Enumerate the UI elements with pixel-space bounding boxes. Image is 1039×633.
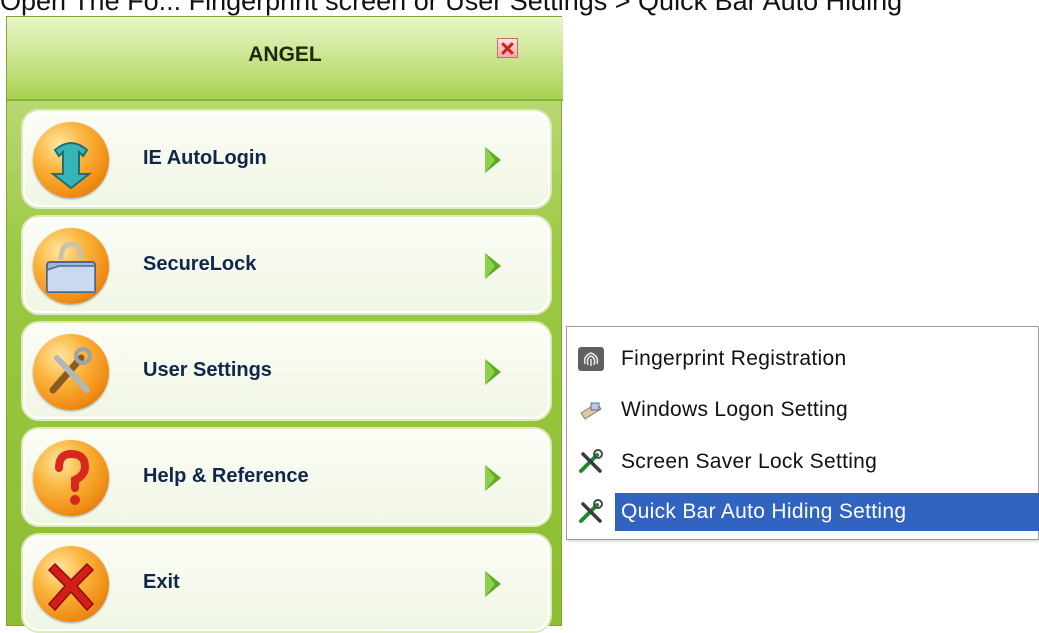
menu-item-user-settings[interactable]: User Settings <box>21 321 552 421</box>
chevron-right-icon <box>485 465 501 491</box>
tools-icon <box>579 449 603 473</box>
chevron-right-icon <box>485 253 501 279</box>
tools-icon <box>579 499 603 523</box>
folder-lock-icon <box>33 228 109 304</box>
menu-item-exit[interactable]: Exit <box>21 533 552 633</box>
menu-item-securelock[interactable]: SecureLock <box>21 215 552 315</box>
title-bar: ANGEL <box>7 17 563 101</box>
download-arrow-icon <box>33 122 109 198</box>
window-title: ANGEL <box>248 43 322 66</box>
submenu-item-windows-logon-setting[interactable]: Windows Logon Setting <box>571 391 1037 429</box>
submenu-item-screen-saver-lock-setting[interactable]: Screen Saver Lock Setting <box>571 443 1037 481</box>
close-icon[interactable] <box>497 38 518 58</box>
fingerprint-icon <box>578 347 604 371</box>
submenu-item-label: Windows Logon Setting <box>621 398 848 421</box>
menu-item-label: Help & Reference <box>143 465 309 487</box>
x-exit-icon <box>33 546 109 622</box>
submenu-item-label: Screen Saver Lock Setting <box>621 450 878 473</box>
caption-text: Open The Fo... Fingerprint screen or Use… <box>0 0 903 16</box>
user-settings-submenu: Fingerprint Registration Windows Logon S… <box>566 326 1039 540</box>
tools-icon <box>33 334 109 410</box>
submenu-item-label: Quick Bar Auto Hiding Setting <box>621 500 907 523</box>
question-mark-icon <box>33 440 109 516</box>
menu-item-label: SecureLock <box>143 253 257 275</box>
menu-item-label: Exit <box>143 571 180 593</box>
chevron-right-icon <box>485 359 501 385</box>
submenu-item-quick-bar-auto-hiding-setting[interactable]: Quick Bar Auto Hiding Setting <box>571 493 1039 531</box>
menu-item-label: User Settings <box>143 359 272 381</box>
angel-panel: ANGEL IE AutoLogin SecureLock User Setti… <box>6 16 563 633</box>
menu-item-ie-autologin[interactable]: IE AutoLogin <box>21 109 552 209</box>
chevron-right-icon <box>485 571 501 597</box>
logon-icon <box>580 402 602 420</box>
submenu-item-fingerprint-registration[interactable]: Fingerprint Registration <box>571 340 1037 378</box>
submenu-item-label: Fingerprint Registration <box>621 347 847 370</box>
menu-item-help-reference[interactable]: Help & Reference <box>21 427 552 527</box>
menu-item-label: IE AutoLogin <box>143 147 267 169</box>
chevron-right-icon <box>485 147 501 173</box>
